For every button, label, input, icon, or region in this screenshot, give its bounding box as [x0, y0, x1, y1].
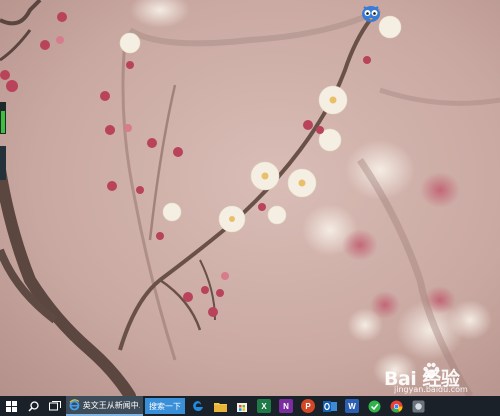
word-button[interactable]: W [341, 396, 363, 416]
edge-gadget-meter [0, 102, 6, 134]
excel-icon: X [257, 399, 271, 413]
extra-app-icon [412, 400, 424, 412]
file-explorer-button[interactable] [209, 396, 231, 416]
file-explorer-icon [213, 402, 227, 412]
ie-icon [69, 399, 80, 411]
edge-taskbar-button[interactable] [187, 396, 209, 416]
edge-icon [193, 401, 203, 411]
taskbar: 英文王从新闻中... 搜索一下 X N P W [0, 396, 500, 416]
edge-gadget-panel[interactable] [0, 146, 6, 180]
outlook-icon [323, 400, 337, 412]
store-button[interactable] [231, 396, 253, 416]
desktop: Bai 经验 jingyan.baidu.com [0, 0, 500, 396]
task-view-button[interactable] [44, 396, 66, 416]
search-button[interactable]: 搜索一下 [145, 398, 185, 414]
onenote-button[interactable]: N [275, 396, 297, 416]
outlook-button[interactable] [319, 396, 341, 416]
start-button[interactable] [0, 396, 22, 416]
watermark-url: jingyan.baidu.com [394, 385, 468, 394]
powerpoint-button[interactable]: P [297, 396, 319, 416]
search-icon [27, 400, 39, 412]
windows-start-icon [5, 400, 17, 412]
task-view-icon [49, 401, 61, 411]
browser-task-button[interactable]: 英文王从新闻中... [66, 396, 143, 416]
excel-button[interactable]: X [253, 396, 275, 416]
cortana-search-button[interactable] [22, 396, 44, 416]
word-icon: W [345, 399, 359, 413]
wallpaper-plum-blossom [0, 0, 500, 396]
mascot-icon[interactable] [360, 3, 382, 23]
browser-task-label: 英文王从新闻中... [82, 400, 140, 410]
green-app-icon [368, 400, 380, 412]
chrome-icon [390, 400, 402, 413]
store-icon [237, 403, 247, 412]
extra-app-button[interactable] [407, 396, 429, 416]
powerpoint-icon: P [301, 399, 315, 413]
baidu-jingyan-watermark: Bai 经验 jingyan.baidu.com [384, 362, 496, 394]
chrome-button[interactable] [385, 396, 407, 416]
onenote-icon: N [279, 399, 293, 413]
green-app-button[interactable] [363, 396, 385, 416]
